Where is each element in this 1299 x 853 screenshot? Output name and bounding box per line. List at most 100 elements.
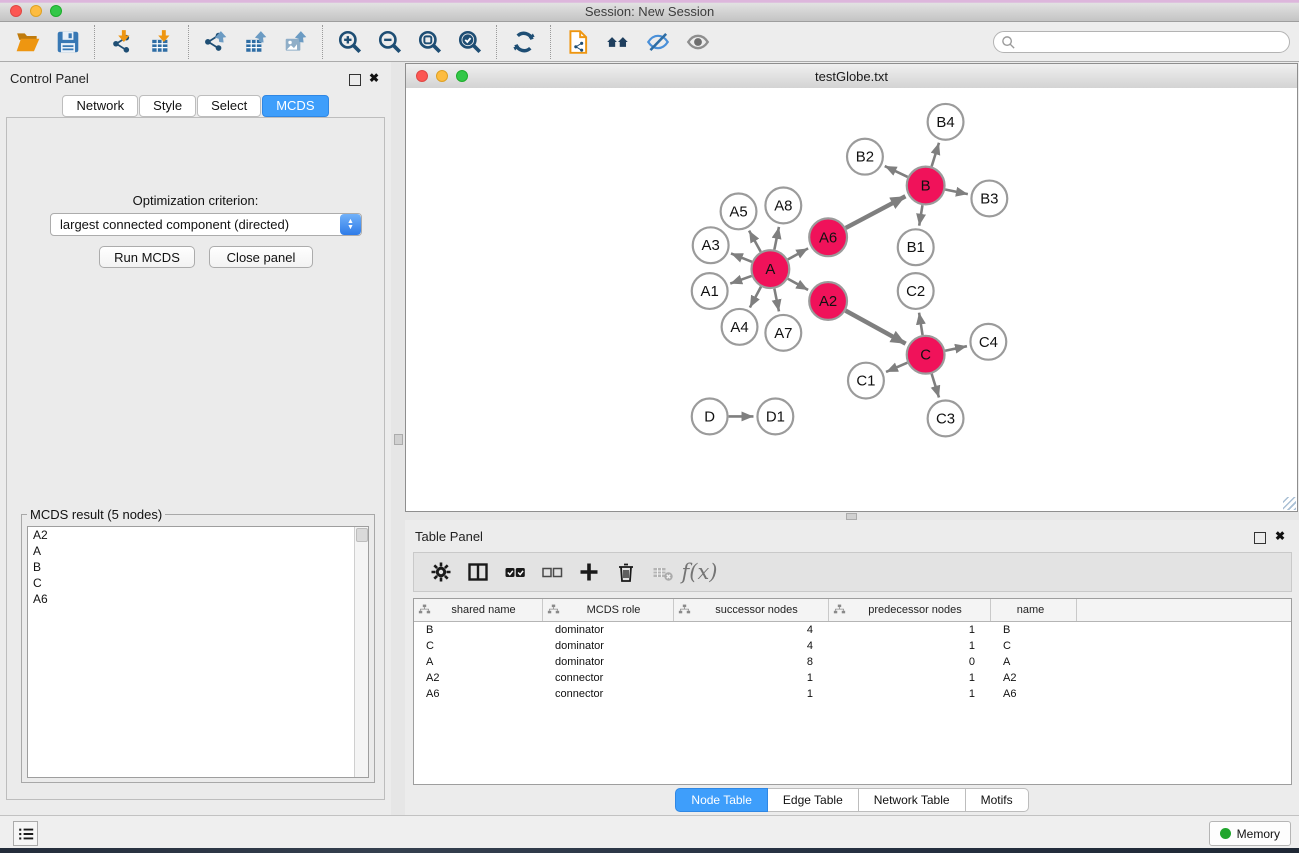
table-cell[interactable]: A2 — [414, 670, 543, 686]
column-header-predecessor-nodes[interactable]: predecessor nodes — [829, 599, 991, 621]
deselect-all-button[interactable] — [533, 556, 570, 588]
home-button[interactable] — [598, 25, 638, 59]
close-table-panel-icon[interactable]: ✖ — [1275, 529, 1285, 543]
edge-A-A3[interactable] — [731, 253, 752, 261]
zoom-out-button[interactable] — [370, 25, 410, 59]
table-cell[interactable]: A — [991, 654, 1077, 670]
search-field[interactable] — [993, 31, 1290, 53]
table-row[interactable]: Adominator80A — [414, 654, 1291, 670]
result-item[interactable]: A6 — [28, 591, 368, 607]
table-cell[interactable]: dominator — [543, 638, 674, 654]
result-item[interactable]: B — [28, 559, 368, 575]
memory-button[interactable]: Memory — [1209, 821, 1291, 846]
result-item[interactable]: A — [28, 543, 368, 559]
node-C2[interactable]: C2 — [898, 273, 934, 309]
close-panel-icon[interactable]: ✖ — [369, 71, 379, 85]
node-D[interactable]: D — [692, 399, 728, 435]
tab-edge-table[interactable]: Edge Table — [768, 788, 859, 812]
table-cell[interactable]: 4 — [674, 622, 829, 638]
vertical-split-divider[interactable] — [391, 62, 405, 815]
column-header-name[interactable]: name — [991, 599, 1077, 621]
node-A6[interactable]: A6 — [809, 218, 847, 256]
edge-A-A6[interactable] — [788, 248, 808, 259]
table-row[interactable]: A2connector11A2 — [414, 670, 1291, 686]
edge-A-A5[interactable] — [749, 231, 761, 252]
close-panel-button[interactable]: Close panel — [209, 246, 313, 268]
edge-C-C1[interactable] — [886, 363, 907, 372]
criterion-dropdown[interactable]: largest connected component (directed) ▲… — [50, 213, 362, 236]
result-item[interactable]: C — [28, 575, 368, 591]
save-session-button[interactable] — [48, 25, 88, 59]
node-B2[interactable]: B2 — [847, 139, 883, 175]
table-cell[interactable]: connector — [543, 686, 674, 702]
network-canvas[interactable]: A B C A2 A6 A1 A3 A4 A5 A7 A8 B1 B2 B3 B… — [406, 88, 1297, 511]
hide-panel-eye-button[interactable] — [638, 25, 678, 59]
edge-C-C4[interactable] — [945, 346, 967, 351]
node-C3[interactable]: C3 — [928, 401, 964, 437]
table-cell[interactable]: 0 — [829, 654, 991, 670]
add-column-button[interactable] — [570, 556, 607, 588]
zoom-in-button[interactable] — [330, 25, 370, 59]
edge-A-A2[interactable] — [788, 279, 808, 290]
node-A2[interactable]: A2 — [809, 282, 847, 320]
edge-A-A4[interactable] — [750, 287, 761, 308]
table-cell[interactable]: dominator — [543, 654, 674, 670]
node-C[interactable]: C — [907, 336, 945, 374]
edge-A6-B[interactable] — [846, 196, 906, 228]
table-cell[interactable]: A2 — [991, 670, 1077, 686]
node-A8[interactable]: A8 — [765, 188, 801, 224]
edge-A-A1[interactable] — [730, 276, 751, 284]
edge-A-A7[interactable] — [774, 289, 779, 312]
table-cell[interactable]: C — [991, 638, 1077, 654]
export-table-button[interactable] — [236, 25, 276, 59]
table-cell[interactable]: 1 — [674, 686, 829, 702]
import-table-button[interactable] — [142, 25, 182, 59]
edge-B-B2[interactable] — [885, 166, 908, 177]
table-cell[interactable]: A6 — [414, 686, 543, 702]
table-cell[interactable]: B — [991, 622, 1077, 638]
table-cell[interactable]: connector — [543, 670, 674, 686]
table-row[interactable]: Bdominator41B — [414, 622, 1291, 638]
export-network-button[interactable] — [196, 25, 236, 59]
table-cell[interactable]: 1 — [829, 638, 991, 654]
window-titlebar[interactable]: Session: New Session — [0, 0, 1299, 22]
edge-A-A8[interactable] — [774, 227, 779, 250]
edge-B-B4[interactable] — [932, 143, 939, 167]
table-cell[interactable]: 1 — [829, 686, 991, 702]
result-item[interactable]: A2 — [28, 527, 368, 543]
node-A1[interactable]: A1 — [692, 273, 728, 309]
edge-C-C2[interactable] — [919, 313, 922, 335]
horizontal-split-divider[interactable] — [405, 512, 1299, 520]
table-cell[interactable]: C — [414, 638, 543, 654]
result-scrollbar[interactable] — [354, 527, 368, 777]
tab-network-table[interactable]: Network Table — [859, 788, 966, 812]
table-row[interactable]: Cdominator41C — [414, 638, 1291, 654]
tab-select[interactable]: Select — [197, 95, 261, 117]
settings-gear-button[interactable] — [422, 556, 459, 588]
node-B4[interactable]: B4 — [928, 104, 964, 140]
task-list-button[interactable] — [13, 821, 38, 846]
node-A4[interactable]: A4 — [722, 309, 758, 345]
node-A5[interactable]: A5 — [721, 194, 757, 230]
edge-C-C3[interactable] — [932, 374, 939, 398]
node-A3[interactable]: A3 — [693, 227, 729, 263]
table-cell[interactable]: 1 — [674, 670, 829, 686]
tab-style[interactable]: Style — [139, 95, 196, 117]
zoom-selected-button[interactable] — [450, 25, 490, 59]
table-cell[interactable]: A6 — [991, 686, 1077, 702]
column-header-successor-nodes[interactable]: successor nodes — [674, 599, 829, 621]
float-panel-icon[interactable] — [349, 74, 361, 86]
run-mcds-button[interactable]: Run MCDS — [99, 246, 195, 268]
float-table-panel-icon[interactable] — [1254, 532, 1266, 544]
tab-mcds[interactable]: MCDS — [262, 95, 328, 117]
table-cell[interactable]: B — [414, 622, 543, 638]
table-cell[interactable]: dominator — [543, 622, 674, 638]
node-B3[interactable]: B3 — [971, 181, 1007, 217]
resize-grip-icon[interactable] — [1283, 497, 1296, 510]
node-A[interactable]: A — [751, 250, 789, 288]
table-cell[interactable]: 8 — [674, 654, 829, 670]
table-row[interactable]: A6connector11A6 — [414, 686, 1291, 702]
tab-node-table[interactable]: Node Table — [675, 788, 768, 812]
table-cell[interactable]: A — [414, 654, 543, 670]
node-B[interactable]: B — [907, 167, 945, 205]
